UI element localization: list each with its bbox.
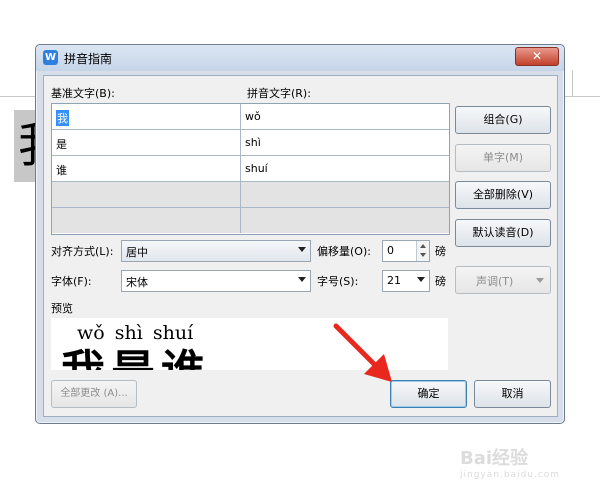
base-cell[interactable]: 是 <box>52 130 241 155</box>
default-reading-button[interactable]: 默认读音(D) <box>455 219 551 247</box>
single-char-button[interactable]: 单字(M) <box>455 144 551 172</box>
spin-down-icon[interactable] <box>416 251 429 261</box>
pinyin-cell-text: wǒ <box>245 110 261 123</box>
align-label: 对齐方式(L): <box>51 245 114 258</box>
chevron-down-icon <box>298 277 306 282</box>
base-cell[interactable]: 谁 <box>52 156 241 181</box>
combine-button[interactable]: 组合(G) <box>455 106 551 134</box>
wps-app-icon: W <box>43 50 58 65</box>
pinyin-cell-text: shuí <box>245 162 268 175</box>
pinyin-cell-text: shì <box>245 136 261 149</box>
table-row <box>52 182 449 208</box>
cancel-button[interactable]: 取消 <box>474 380 551 408</box>
base-cell <box>52 208 241 233</box>
offset-stepper[interactable]: 0 <box>382 240 430 262</box>
font-size-value: 21 <box>387 274 401 287</box>
font-size-unit: 磅 <box>435 275 446 288</box>
table-row: 我 wǒ <box>52 104 449 130</box>
pinyin-cell <box>241 182 449 207</box>
align-value: 居中 <box>126 246 148 259</box>
chevron-down-icon <box>298 247 306 252</box>
table-row: 谁 shuí <box>52 156 449 182</box>
pinyin-grid: 我 wǒ 是 shì 谁 shuí <box>51 103 450 235</box>
font-size-label: 字号(S): <box>317 275 359 288</box>
dialog-title: 拼音指南 <box>64 52 113 66</box>
table-row <box>52 208 449 233</box>
base-cell-text: 谁 <box>56 164 67 177</box>
annotation-arrow <box>333 323 392 382</box>
align-select[interactable]: 居中 <box>121 240 311 262</box>
base-cell-text: 我 <box>56 110 69 126</box>
font-size-select[interactable]: 21 <box>382 270 430 292</box>
offset-unit: 磅 <box>435 245 446 258</box>
pinyin-cell[interactable]: wǒ <box>241 104 449 129</box>
preview-pinyin: wǒ shì shuí <box>77 322 194 344</box>
font-label: 字体(F): <box>51 275 92 288</box>
chevron-down-icon <box>417 277 425 282</box>
watermark: Bai经验 jingyan.baidu.com <box>460 444 560 480</box>
chevron-down-icon <box>536 278 544 283</box>
dialog-client: 基准文字(B): 拼音文字(R): 我 wǒ 是 shì 谁 shuí 组合(G… <box>43 75 558 417</box>
tone-button-label: 声调(T) <box>476 275 514 288</box>
base-cell-text: 是 <box>56 138 67 151</box>
font-select[interactable]: 宋体 <box>121 270 311 292</box>
table-row: 是 shì <box>52 130 449 156</box>
document-margin-marker <box>572 70 573 96</box>
tone-button[interactable]: 声调(T) <box>455 266 551 294</box>
preview-label: 预览 <box>51 302 73 315</box>
delete-all-button[interactable]: 全部删除(V) <box>455 181 551 209</box>
base-text-label: 基准文字(B): <box>51 87 115 100</box>
base-cell <box>52 182 241 207</box>
offset-value: 0 <box>387 244 394 257</box>
pinyin-cell <box>241 208 449 233</box>
font-value: 宋体 <box>126 276 148 289</box>
preview-chars: 我是谁 <box>61 348 211 371</box>
watermark-sub: jingyan.baidu.com <box>460 470 561 480</box>
watermark-brand: Bai经验 <box>460 448 529 469</box>
pinyin-cell[interactable]: shì <box>241 130 449 155</box>
change-all-button[interactable]: 全部更改 (A)... <box>51 380 137 408</box>
base-cell[interactable]: 我 <box>52 104 241 129</box>
dialog-titlebar[interactable]: W 拼音指南 ✕ <box>36 45 564 71</box>
pinyin-guide-dialog: W 拼音指南 ✕ 基准文字(B): 拼音文字(R): 我 wǒ 是 shì 谁 … <box>35 44 565 424</box>
offset-label: 偏移量(O): <box>317 245 371 258</box>
pinyin-text-label: 拼音文字(R): <box>247 87 311 100</box>
pinyin-cell[interactable]: shuí <box>241 156 449 181</box>
ok-button[interactable]: 确定 <box>390 380 467 408</box>
close-button[interactable]: ✕ <box>515 47 559 66</box>
